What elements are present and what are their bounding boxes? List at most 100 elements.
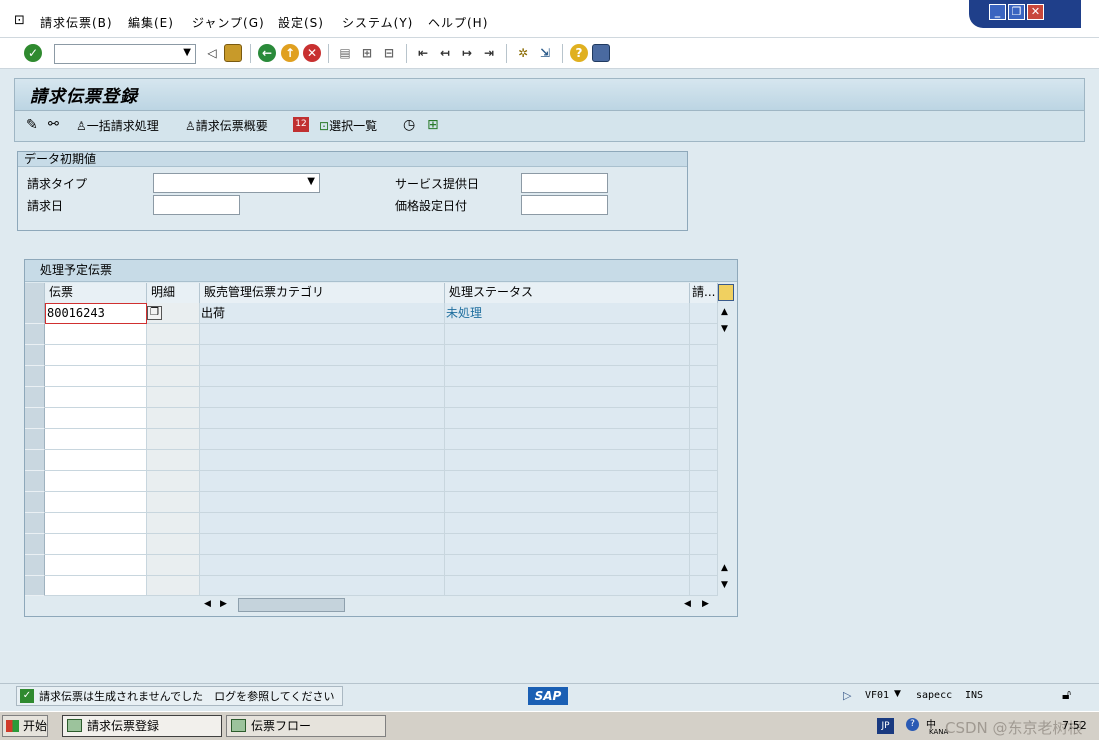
item-detail-button[interactable]: ❐	[147, 306, 162, 320]
task-billing-create[interactable]: 請求伝票登録	[62, 715, 222, 737]
first-page-icon[interactable]: ⇤	[414, 44, 432, 62]
print-icon[interactable]: ▤	[336, 44, 354, 62]
table-cell[interactable]	[45, 450, 147, 471]
shortcut-icon[interactable]: ⇲	[536, 44, 554, 62]
help-icon[interactable]: ?	[570, 44, 588, 62]
clock-icon[interactable]: ◷	[403, 117, 415, 133]
service-date-field[interactable]	[521, 173, 608, 193]
scroll-right-icon[interactable]: ▶	[702, 599, 709, 609]
mass-billing-button[interactable]: ♙一括請求処理	[76, 117, 159, 134]
find-icon[interactable]: ⊞	[358, 44, 376, 62]
col-header-category[interactable]: 販売管理伝票カテゴリ	[200, 283, 445, 303]
col-header-item[interactable]: 明細	[147, 283, 200, 303]
col-header-billing[interactable]: 請...	[690, 283, 718, 303]
row-selector[interactable]	[25, 555, 45, 576]
menu-help[interactable]: ヘルプ(H)	[428, 14, 488, 31]
row-selector[interactable]	[25, 450, 45, 471]
lock-icon[interactable]: 🔓︎	[1062, 687, 1071, 703]
chevron-down-icon[interactable]: ▼	[183, 47, 191, 58]
billing-overview-button[interactable]: ♙請求伝票概要	[185, 117, 268, 134]
row-selector[interactable]	[25, 345, 45, 366]
command-field[interactable]: ▼	[54, 44, 196, 64]
status-cell[interactable]: 未処理	[446, 303, 482, 323]
restore-button[interactable]: ❐	[1008, 4, 1025, 20]
table-cell[interactable]	[45, 345, 147, 366]
scroll-left-icon[interactable]: ◀	[684, 599, 691, 609]
row-selector[interactable]	[25, 366, 45, 387]
scroll-left-icon[interactable]: ◀	[204, 599, 211, 609]
scroll-down-icon[interactable]: ▼	[721, 324, 728, 334]
doc-number-cell[interactable]: 80016243	[45, 303, 147, 324]
prev-page-icon[interactable]: ↤	[436, 44, 454, 62]
menu-settings[interactable]: 設定(S)	[278, 14, 324, 31]
next-page-icon[interactable]: ↦	[458, 44, 476, 62]
menu-system[interactable]: システム(Y)	[342, 14, 413, 31]
menu-billing-document[interactable]: 請求伝票(B)	[40, 14, 113, 31]
start-button[interactable]: 开始	[2, 715, 48, 737]
cancel-x-icon[interactable]: ✕	[303, 44, 321, 62]
close-button[interactable]: ✕	[1027, 4, 1044, 20]
col-header-document[interactable]: 伝票	[45, 283, 147, 303]
row-selector[interactable]	[25, 429, 45, 450]
create-session-icon[interactable]: ✲	[514, 44, 532, 62]
exit-icon[interactable]: ←	[258, 44, 276, 62]
row-selector[interactable]	[25, 408, 45, 429]
chevron-down-icon[interactable]: ▼	[894, 689, 901, 699]
table-cell[interactable]	[45, 534, 147, 555]
table-cell[interactable]	[45, 492, 147, 513]
transaction-code[interactable]: VF01	[865, 690, 889, 701]
ime-help-icon[interactable]: ?	[906, 718, 919, 731]
add-icon[interactable]: ⊞	[427, 117, 439, 133]
cancel-icon[interactable]: ↑	[281, 44, 299, 62]
menu-edit[interactable]: 編集(E)	[128, 14, 174, 31]
scroll-right-icon[interactable]: ▶	[220, 599, 227, 609]
status-expand-icon[interactable]: ▷	[843, 689, 851, 702]
col-header-status[interactable]: 処理ステータス	[445, 283, 690, 303]
table-cell[interactable]	[45, 429, 147, 450]
pricing-date-field[interactable]	[521, 195, 608, 215]
row-selector[interactable]	[25, 387, 45, 408]
scroll-down-icon[interactable]: ▼	[721, 580, 728, 590]
table-cell[interactable]	[45, 555, 147, 576]
table-cell[interactable]	[45, 408, 147, 429]
select-all-corner[interactable]	[25, 283, 45, 303]
minimize-button[interactable]: _	[989, 4, 1006, 20]
chevron-down-icon[interactable]: ▼	[307, 176, 315, 187]
selection-list-button[interactable]: ⊡選択一覧	[319, 117, 377, 134]
table-cell[interactable]	[45, 366, 147, 387]
save-icon[interactable]	[224, 44, 242, 62]
back-icon[interactable]: ◁	[203, 44, 221, 62]
table-cell[interactable]	[45, 576, 147, 596]
task-document-flow[interactable]: 伝票フロー	[226, 715, 386, 737]
layout-icon[interactable]	[592, 44, 610, 62]
status-message[interactable]: ✓ 請求伝票は生成されませんでした ログを参照してください	[16, 686, 344, 706]
sap-menu-icon[interactable]: ⊡	[14, 13, 25, 28]
table-cell[interactable]	[45, 471, 147, 492]
row-selector[interactable]	[25, 534, 45, 555]
table-cell[interactable]	[45, 324, 147, 345]
row-selector[interactable]	[25, 303, 45, 324]
find-next-icon[interactable]: ⊟	[380, 44, 398, 62]
row-selector[interactable]	[25, 471, 45, 492]
row-selector[interactable]	[25, 324, 45, 345]
table-cell[interactable]	[45, 387, 147, 408]
pencil-icon[interactable]: ✎	[26, 117, 38, 133]
row-selector[interactable]	[25, 492, 45, 513]
scroll-up-icon[interactable]: ▲	[721, 563, 728, 573]
billing-date-field[interactable]	[153, 195, 240, 215]
horizontal-scrollbar[interactable]: ◀ ▶ ◀ ▶	[200, 596, 718, 614]
menu-goto[interactable]: ジャンプ(G)	[192, 14, 265, 31]
scroll-thumb[interactable]	[238, 598, 345, 612]
glasses-icon[interactable]: ⚯	[48, 117, 59, 132]
table-cell[interactable]	[45, 513, 147, 534]
enter-icon[interactable]: ✓	[24, 44, 42, 62]
row-selector[interactable]	[25, 576, 45, 596]
row-selector[interactable]	[25, 513, 45, 534]
language-indicator[interactable]: JP	[877, 718, 894, 734]
table-row[interactable]: 80016243 ❐ 出荷 未処理	[45, 303, 718, 324]
last-page-icon[interactable]: ⇥	[480, 44, 498, 62]
scroll-up-icon[interactable]: ▲	[721, 307, 728, 317]
column-layout-icon[interactable]	[718, 284, 734, 301]
billing-type-select[interactable]: ▼	[153, 173, 320, 193]
calendar-icon[interactable]: 12	[293, 117, 309, 132]
